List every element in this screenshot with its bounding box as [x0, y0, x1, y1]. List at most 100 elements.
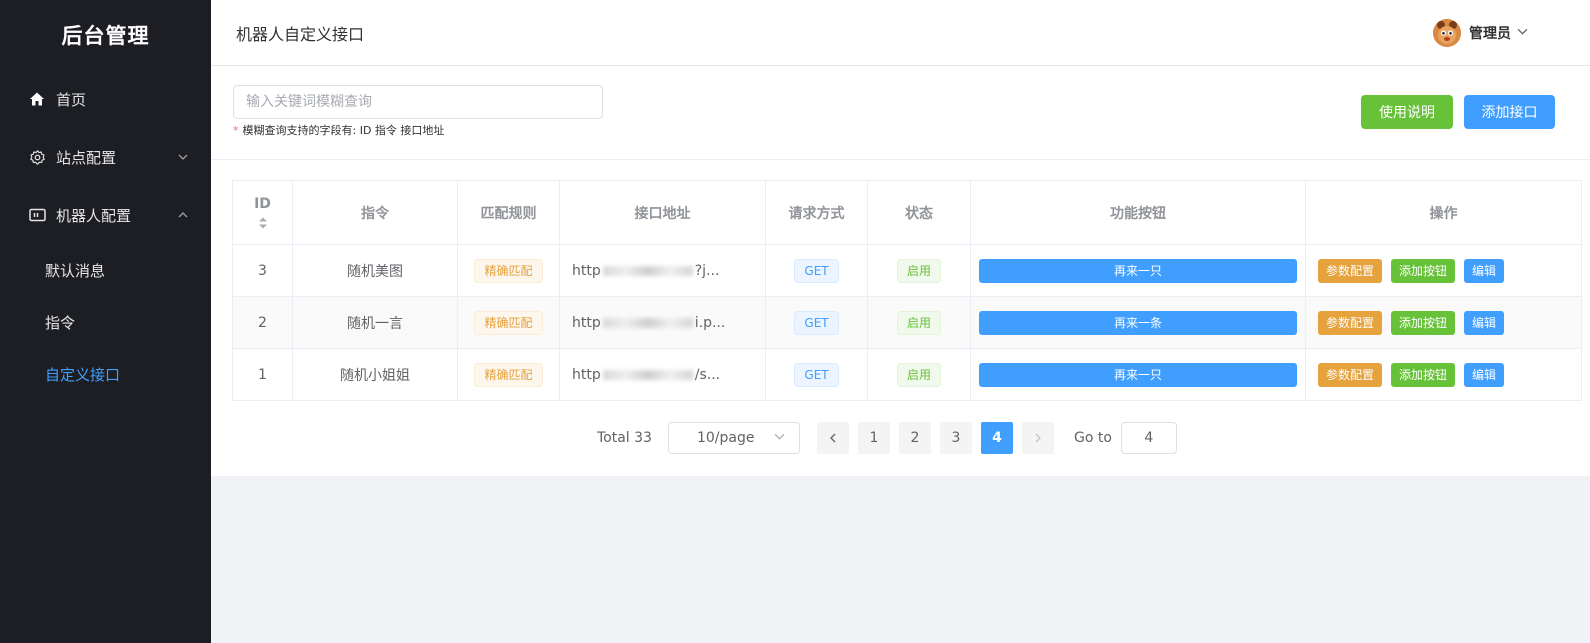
- search-hint-text: 模糊查询支持的字段有: ID 指令 接口地址: [242, 124, 445, 137]
- column-header-match: 匹配规则: [457, 180, 560, 245]
- search-input[interactable]: [233, 85, 603, 119]
- page-size-value: 10/page: [696, 430, 755, 446]
- edit-button[interactable]: 编辑: [1464, 258, 1505, 283]
- pagination-total: Total 33: [597, 430, 652, 446]
- goto-label: Go to: [1073, 430, 1112, 446]
- column-header-id[interactable]: ID: [232, 180, 293, 245]
- cell-match: 精确匹配: [457, 348, 560, 401]
- url-redacted: [602, 317, 693, 328]
- cell-method: GET: [765, 348, 868, 401]
- sort-icon[interactable]: [258, 216, 268, 230]
- url-suffix: /s...: [694, 366, 721, 383]
- method-tag: GET: [794, 362, 839, 387]
- add-button-button[interactable]: 添加按钮: [1391, 258, 1456, 283]
- page-size-select[interactable]: 10/page: [667, 422, 800, 454]
- cell-method: GET: [765, 296, 868, 349]
- column-header-func: 功能按钮: [970, 180, 1306, 245]
- edit-button[interactable]: 编辑: [1464, 310, 1505, 335]
- cell-command: 随机美图: [292, 244, 458, 297]
- url-suffix: ?j...: [694, 262, 720, 279]
- page-button[interactable]: 3: [939, 422, 972, 454]
- chevron-up-icon: [177, 209, 189, 221]
- edit-button[interactable]: 编辑: [1464, 362, 1505, 387]
- table-row: 1 随机小姐姐 精确匹配 http/s... GET 启用 再来一只 参数配置添…: [232, 348, 1582, 401]
- url-redacted: [602, 265, 693, 276]
- table-header-row: ID 指令 匹配规则 接口地址 请求方式 状态 功能按钮 操作: [232, 180, 1582, 245]
- cell-func: 再来一只: [970, 244, 1306, 297]
- search-hint: * 模糊查询支持的字段有: ID 指令 接口地址: [233, 122, 444, 138]
- add-api-button[interactable]: 添加接口: [1464, 95, 1555, 129]
- chevron-down-icon: [774, 430, 785, 446]
- match-tag: 精确匹配: [474, 310, 543, 335]
- top-header: 机器人自定义接口 管理员: [211, 0, 1590, 66]
- cell-command: 随机小姐姐: [292, 348, 458, 401]
- column-header-command: 指令: [292, 180, 458, 245]
- cell-func: 再来一条: [970, 296, 1306, 349]
- page-button[interactable]: 1: [857, 422, 890, 454]
- next-page-button[interactable]: [1021, 422, 1054, 454]
- cell-id: 3: [232, 244, 293, 297]
- chevron-left-icon: [830, 433, 836, 443]
- url-prefix: http: [572, 262, 601, 279]
- cell-url: http/s...: [559, 348, 766, 401]
- cell-func: 再来一只: [970, 348, 1306, 401]
- pagination: Total 33 10/page 1 2 3 4 Go to: [597, 422, 1177, 454]
- sidebar-item-home[interactable]: 首页: [0, 70, 211, 128]
- url-suffix: i.p...: [694, 314, 726, 331]
- add-button-button[interactable]: 添加按钮: [1391, 362, 1456, 387]
- avatar: [1433, 19, 1461, 47]
- url-prefix: http: [572, 366, 601, 383]
- url-prefix: http: [572, 314, 601, 331]
- sidebar: 后台管理 首页 站点配置 机器人配置 默认消息 指令 自定义接口: [0, 0, 211, 643]
- match-tag: 精确匹配: [474, 258, 543, 283]
- table-row: 2 随机一言 精确匹配 http i.p... GET 启用 再来一条 参数配置添…: [232, 296, 1582, 349]
- table-row: 3 随机美图 精确匹配 http ?j... GET 启用 再来一只 参数配置 添加…: [232, 244, 1582, 297]
- sidebar-subitem-default-message[interactable]: 默认消息: [0, 244, 211, 296]
- chevron-right-icon: [1035, 433, 1041, 443]
- params-config-button[interactable]: 参数配置: [1318, 362, 1383, 387]
- sidebar-item-site-config[interactable]: 站点配置: [0, 128, 211, 186]
- sidebar-item-label: 站点配置: [56, 148, 117, 167]
- help-button[interactable]: 使用说明: [1361, 95, 1453, 129]
- status-tag: 启用: [896, 310, 941, 335]
- column-header-label: ID: [254, 195, 271, 212]
- cell-url: http i.p...: [559, 296, 766, 349]
- page-button-current[interactable]: 4: [980, 422, 1013, 454]
- match-tag: 精确匹配: [474, 362, 543, 387]
- add-button-button[interactable]: 添加按钮: [1391, 310, 1456, 335]
- sidebar-subitem-commands[interactable]: 指令: [0, 296, 211, 348]
- status-tag: 启用: [896, 258, 941, 283]
- column-header-method: 请求方式: [765, 180, 868, 245]
- home-icon: [28, 90, 46, 108]
- monitor-icon: [28, 206, 46, 224]
- cell-id: 2: [232, 296, 293, 349]
- cell-status: 启用: [867, 348, 971, 401]
- column-header-ops: 操作: [1305, 180, 1582, 245]
- prev-page-button[interactable]: [816, 422, 849, 454]
- cell-url: http ?j...: [559, 244, 766, 297]
- cell-ops: 参数配置 添加按钮 编辑: [1305, 296, 1582, 349]
- chevron-down-icon: [177, 151, 189, 163]
- function-button[interactable]: 再来一只: [979, 258, 1297, 283]
- page-title: 机器人自定义接口: [236, 24, 365, 44]
- sidebar-item-bot-config[interactable]: 机器人配置: [0, 186, 211, 244]
- cell-match: 精确匹配: [457, 244, 560, 297]
- cell-status: 启用: [867, 244, 971, 297]
- params-config-button[interactable]: 参数配置: [1318, 310, 1383, 335]
- function-button[interactable]: 再来一只: [979, 362, 1297, 387]
- gear-icon: [28, 148, 46, 166]
- method-tag: GET: [794, 310, 839, 335]
- sidebar-subitem-custom-api[interactable]: 自定义接口: [0, 348, 211, 400]
- user-menu[interactable]: 管理员: [1433, 19, 1528, 47]
- chevron-down-icon: [1517, 25, 1528, 41]
- sidebar-item-label: 首页: [56, 90, 87, 109]
- page-button[interactable]: 2: [898, 422, 931, 454]
- cell-command: 随机一言: [292, 296, 458, 349]
- cell-match: 精确匹配: [457, 296, 560, 349]
- goto-page: Go to: [1074, 422, 1177, 454]
- user-name: 管理员: [1469, 26, 1511, 42]
- table-panel: ID 指令 匹配规则 接口地址 请求方式 状态 功能按钮 操作 3 随机美图 精…: [211, 160, 1590, 476]
- params-config-button[interactable]: 参数配置: [1318, 258, 1383, 283]
- goto-input[interactable]: [1120, 422, 1177, 454]
- function-button[interactable]: 再来一条: [979, 310, 1297, 335]
